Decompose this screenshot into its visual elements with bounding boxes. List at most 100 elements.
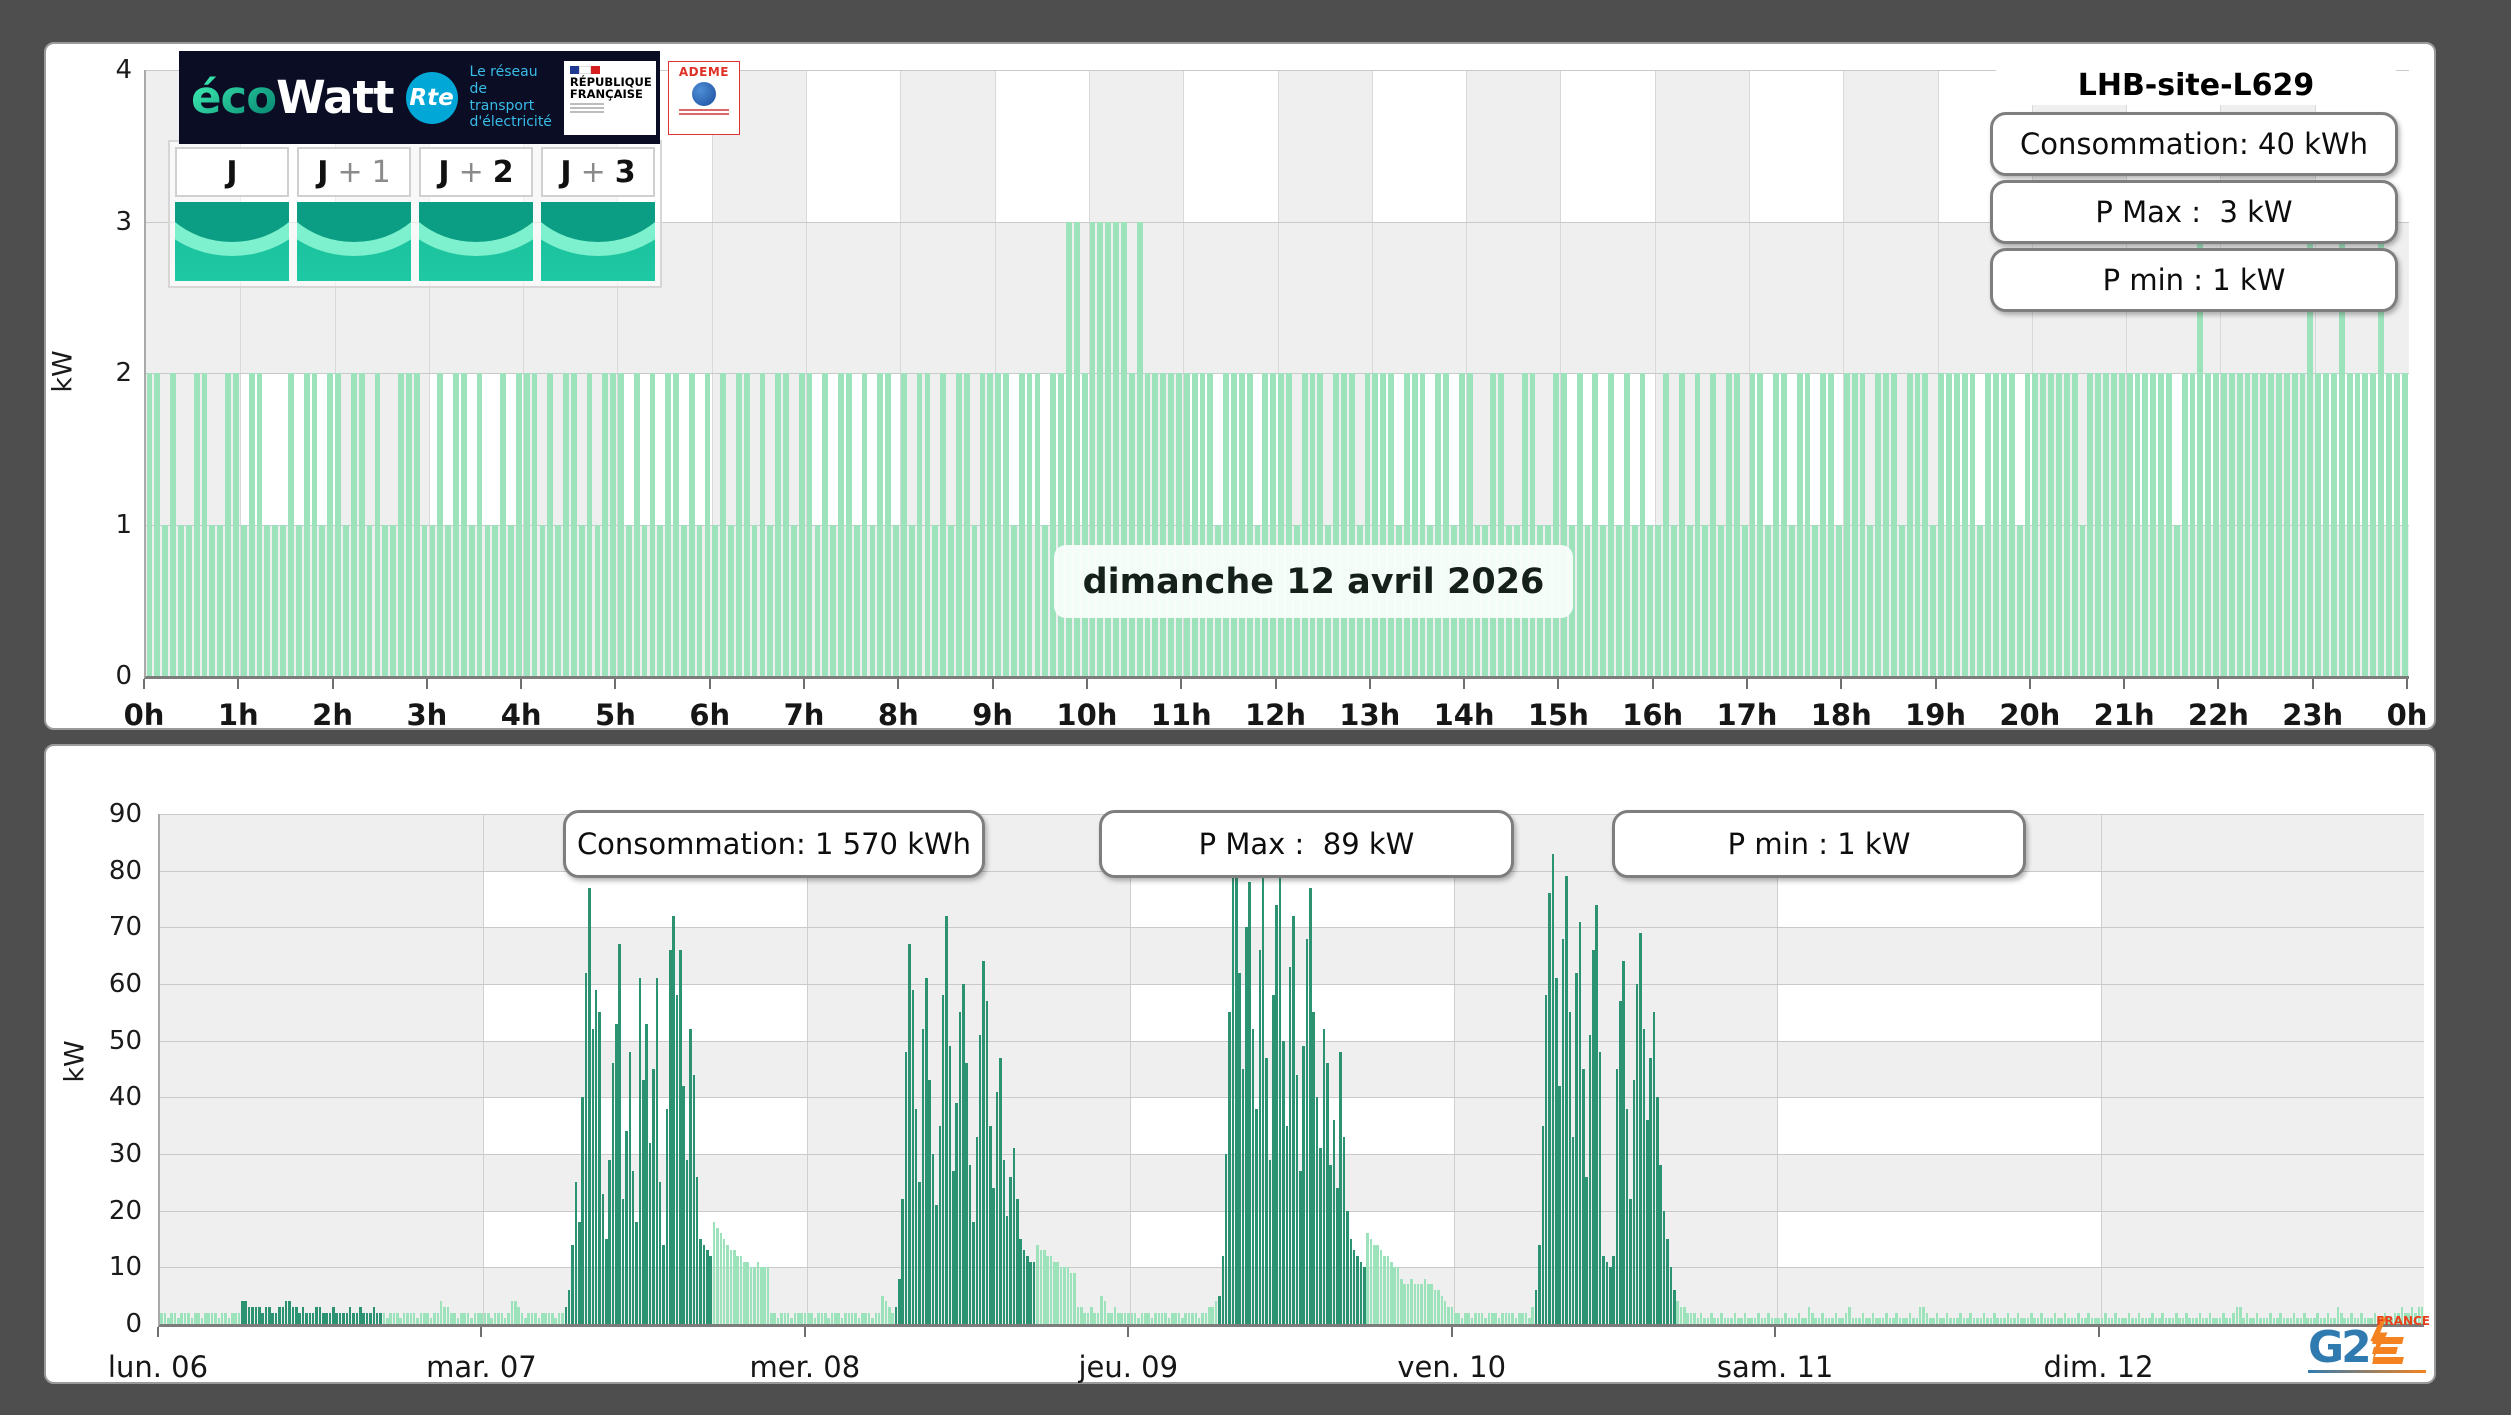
forecast-card-label: J +3 [541, 147, 655, 197]
bar [1875, 373, 1882, 676]
bar [327, 373, 334, 676]
bar [1935, 1312, 1939, 1324]
bar [2370, 373, 2377, 676]
bar [547, 1312, 551, 1324]
x-tick-label: 0h [2386, 698, 2428, 732]
forecast-card-jplus1[interactable]: J +1 [297, 147, 411, 281]
y-tick-label: 30 [108, 1139, 142, 1169]
bar [1288, 967, 1292, 1324]
bar [1827, 1318, 1831, 1324]
bar [2205, 1318, 2208, 1324]
bar [798, 373, 805, 676]
bar [1333, 373, 1339, 676]
forecast-card-j[interactable]: J [175, 147, 289, 281]
bar [665, 373, 672, 676]
bar [999, 1057, 1002, 1324]
bar [2228, 1318, 2232, 1324]
bar [160, 1312, 163, 1324]
bar [854, 1312, 857, 1324]
ecowatt-logo-eco: éco [191, 71, 277, 124]
bar [429, 524, 436, 676]
x-axis-tick [1368, 679, 1371, 689]
bar [1363, 1267, 1366, 1324]
bar [1878, 1318, 1882, 1324]
bar [480, 1312, 483, 1324]
bar [2168, 1318, 2171, 1324]
bar [1608, 373, 1614, 676]
x-tick-label: mar. 07 [426, 1350, 537, 1384]
bar [1224, 1154, 1228, 1324]
bar [578, 1222, 581, 1324]
bar [231, 1312, 234, 1324]
bar [359, 1307, 362, 1324]
bar [2212, 1318, 2215, 1324]
bar [355, 1312, 359, 1324]
bar [268, 1307, 271, 1324]
bar [2289, 1318, 2293, 1324]
globe-icon [691, 81, 716, 106]
x-axis-tick [614, 679, 617, 689]
bar [1305, 938, 1309, 1324]
bar [810, 1312, 814, 1324]
y-tick-label: 20 [108, 1195, 142, 1226]
bar [1888, 1318, 1892, 1324]
bar [1049, 1256, 1053, 1324]
bar [2079, 524, 2086, 676]
forecast-card-jplus2[interactable]: J +2 [419, 147, 533, 281]
bar [1059, 1267, 1063, 1324]
bar [264, 524, 271, 676]
bar [773, 1312, 776, 1324]
bar [1576, 373, 1583, 676]
bar [1757, 373, 1764, 676]
bar [2296, 1318, 2299, 1324]
bar [225, 373, 232, 676]
bar [1676, 1301, 1679, 1324]
bar [1309, 373, 1316, 676]
bar [1982, 1312, 1986, 1324]
bar [857, 1318, 861, 1324]
bar [460, 1312, 463, 1324]
x-axis-tick [1180, 679, 1183, 689]
x-axis-tick [425, 679, 428, 689]
bar [508, 524, 514, 676]
bar [1413, 1284, 1417, 1324]
forecast-card-jplus3[interactable]: J +3 [541, 147, 655, 281]
y-tick-label: 0 [125, 1309, 142, 1339]
bar [2269, 1312, 2272, 1324]
bar [1076, 1307, 1080, 1324]
bar [786, 1312, 790, 1324]
bar [641, 524, 648, 676]
bar [1949, 1318, 1952, 1324]
bar [1553, 373, 1559, 676]
bar [274, 1312, 278, 1324]
bar [726, 1244, 729, 1324]
bar [814, 524, 821, 676]
bar [1302, 1046, 1305, 1324]
bar [523, 373, 530, 676]
bar [2057, 1318, 2060, 1324]
bar [531, 373, 538, 676]
bar [965, 1063, 969, 1324]
bar [167, 1318, 170, 1324]
bar [995, 1091, 999, 1324]
bar [350, 373, 357, 676]
bar [1710, 1312, 1713, 1324]
y-tick-label: 90 [108, 799, 142, 829]
bar [2282, 1318, 2286, 1324]
bar [898, 1278, 901, 1324]
bar [790, 1318, 793, 1324]
bar [2213, 373, 2219, 676]
bar [2225, 1318, 2229, 1324]
bar [2063, 1312, 2067, 1324]
bar [1996, 1318, 1999, 1324]
bar [1790, 1318, 1794, 1324]
bar [1230, 373, 1237, 676]
bar [1639, 373, 1646, 676]
bar [288, 373, 294, 676]
bar [1898, 1318, 1902, 1324]
bar [1490, 373, 1497, 676]
bar [602, 373, 609, 676]
bar [1002, 1159, 1006, 1324]
x-axis-tick [1840, 679, 1843, 689]
bar [938, 1125, 942, 1324]
